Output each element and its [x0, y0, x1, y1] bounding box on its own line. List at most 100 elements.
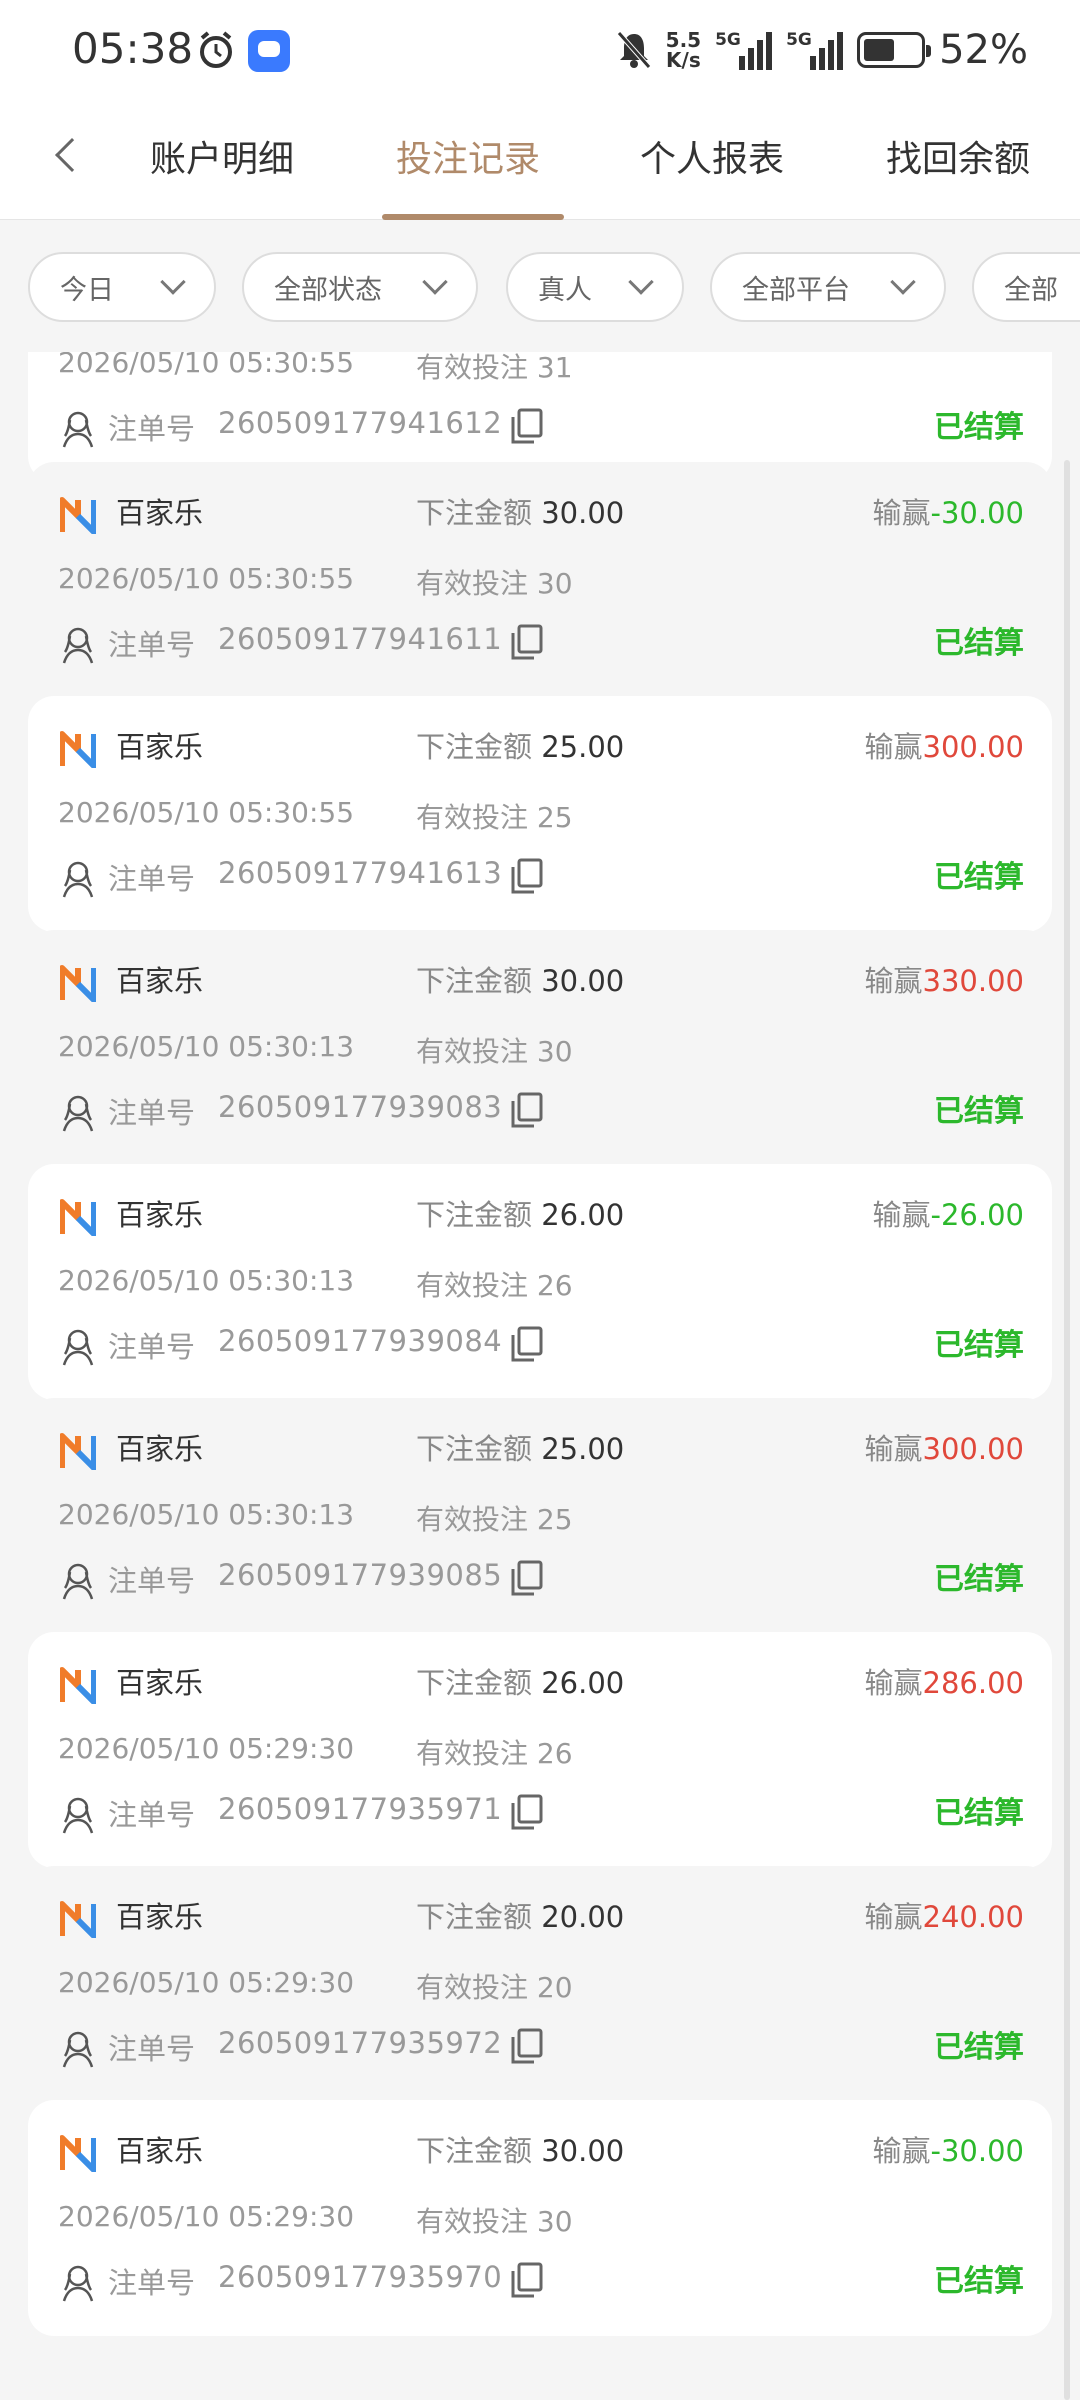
status-settled: 已结算	[934, 1328, 1024, 1363]
chat-app-icon	[248, 30, 290, 72]
copy-icon[interactable]	[510, 408, 544, 444]
copy-icon[interactable]	[510, 1560, 544, 1596]
bet-record-card[interactable]: 百家乐 下注金额 30.00 输赢-30.00 2026/05/10 05:29…	[28, 2100, 1052, 2336]
copy-icon[interactable]	[510, 1092, 544, 1128]
bet-time: 2026/05/10 05:30:13	[58, 1264, 355, 1297]
order-number: 260509177939084	[218, 1324, 503, 1358]
bet-time: 2026/05/10 05:30:55	[58, 796, 355, 829]
bet-record-card[interactable]: 百家乐 下注金额 20.00 输赢240.00 2026/05/10 05:29…	[28, 1866, 1052, 2102]
bet-amount: 下注金额 20.00	[416, 1894, 624, 1936]
filter-date[interactable]: 今日	[28, 252, 216, 322]
filter-status[interactable]: 全部状态	[242, 252, 478, 322]
win-loss-value: 286.00	[922, 1666, 1024, 1700]
valid-bet-label: 有效投注	[416, 567, 529, 600]
dealer-avatar-icon	[62, 1562, 98, 1600]
bet-amount-value: 25.00	[541, 1432, 625, 1466]
bet-amount: 下注金额 30.00	[416, 490, 624, 532]
bet-amount-label: 下注金额	[416, 730, 533, 764]
scrollbar[interactable]	[1064, 460, 1070, 2400]
valid-bet-value: 20	[536, 1971, 573, 2004]
bet-amount-value: 30.00	[541, 2134, 625, 2168]
bet-record-card[interactable]: 百家乐 下注金额 30.00 输赢-30.00 2026/05/10 05:30…	[28, 462, 1052, 698]
chevron-down-icon	[160, 269, 186, 295]
order-number: 260509177941613	[218, 856, 503, 890]
bet-amount-value: 30.00	[541, 964, 625, 998]
bet-amount-label: 下注金额	[416, 1666, 533, 1700]
signal-1-label: 5G	[715, 30, 741, 50]
tab-account-details[interactable]: 账户明细	[150, 130, 294, 182]
filter-platform[interactable]: 全部平台	[710, 252, 946, 322]
status-settled: 已结算	[934, 1094, 1024, 1129]
valid-bet-label: 有效投注	[416, 1503, 529, 1536]
copy-icon[interactable]	[510, 1326, 544, 1362]
copy-icon[interactable]	[510, 1794, 544, 1830]
dealer-avatar-icon	[62, 2030, 98, 2068]
status-settled: 已结算	[934, 1562, 1024, 1597]
copy-icon[interactable]	[510, 2262, 544, 2298]
valid-bet-label: 有效投注	[416, 1035, 529, 1068]
status-settled: 已结算	[934, 626, 1024, 661]
tab-bet-records[interactable]: 投注记录	[396, 130, 540, 182]
bet-time: 2026/05/10 05:30:13	[58, 1030, 355, 1063]
bet-amount-value: 26.00	[541, 1666, 625, 1700]
game-name: 百家乐	[116, 1198, 204, 1232]
status-settled: 已结算	[934, 410, 1024, 445]
net-speed: 5.5 K/s	[666, 30, 701, 70]
win-loss: 输赢-26.00	[872, 1192, 1024, 1234]
valid-bet-label: 有效投注	[416, 2205, 529, 2238]
win-loss-label: 输赢	[872, 496, 931, 530]
bet-record-card[interactable]: 百家乐 下注金额 25.00 输赢300.00 2026/05/10 05:30…	[28, 1398, 1052, 1634]
bet-time: 2026/05/10 05:29:30	[58, 1732, 355, 1765]
valid-bet: 有效投注 30	[416, 2200, 573, 2240]
bet-amount: 下注金额 25.00	[416, 1426, 624, 1468]
back-arrow-icon[interactable]	[55, 138, 89, 172]
valid-bet-value: 31	[536, 352, 573, 384]
order-number: 260509177939085	[218, 1558, 503, 1592]
win-loss-value: -30.00	[930, 496, 1025, 530]
order-number: 260509177935970	[218, 2260, 503, 2294]
valid-bet-label: 有效投注	[416, 1269, 529, 1302]
bet-record-card[interactable]: 百家乐 下注金额 26.00 输赢-26.00 2026/05/10 05:30…	[28, 1164, 1052, 1400]
win-loss-label: 输赢	[872, 2134, 931, 2168]
status-bar: 05:38 5.5 K/s 5G 5G 52%	[0, 0, 1080, 100]
bet-record-card[interactable]: 百家乐 下注金额 30.00 输赢330.00 2026/05/10 05:30…	[28, 930, 1052, 1166]
win-loss: 输赢300.00	[865, 1426, 1025, 1468]
game-logo-icon	[59, 1198, 97, 1237]
order-number-label: 注单号	[108, 628, 196, 662]
tab-personal-report[interactable]: 个人报表	[640, 130, 784, 182]
filter-more[interactable]: 全部	[972, 252, 1080, 322]
tab-recover-balance[interactable]: 找回余额	[886, 130, 1030, 182]
bet-amount-label: 下注金额	[416, 1900, 533, 1934]
order-number-label: 注单号	[108, 1096, 196, 1130]
dealer-avatar-icon	[62, 1328, 98, 1366]
win-loss-label: 输赢	[864, 1432, 923, 1466]
win-loss: 输赢-30.00	[872, 490, 1024, 532]
valid-bet: 有效投注 30	[416, 562, 573, 602]
bet-amount-label: 下注金额	[416, 1198, 533, 1232]
dealer-avatar-icon	[62, 2264, 98, 2302]
filter-category[interactable]: 真人	[506, 252, 684, 322]
copy-icon[interactable]	[510, 2028, 544, 2064]
copy-icon[interactable]	[510, 858, 544, 894]
bet-amount-label: 下注金额	[416, 1432, 533, 1466]
bet-record-card[interactable]: 百家乐 下注金额 25.00 输赢300.00 2026/05/10 05:30…	[28, 696, 1052, 932]
bet-amount: 下注金额 30.00	[416, 958, 624, 1000]
bet-record-list[interactable]: 百家乐 下注金额 30.00 输赢-30.00 2026/05/10 05:30…	[0, 352, 1080, 2400]
valid-bet-value: 26	[536, 1269, 573, 1302]
chevron-down-icon	[890, 269, 916, 295]
net-speed-value: 5.5	[665, 28, 702, 52]
copy-icon[interactable]	[510, 624, 544, 660]
bet-time: 2026/05/10 05:29:30	[58, 2200, 355, 2233]
valid-bet: 有效投注 26	[416, 1264, 573, 1304]
game-logo-icon	[59, 1432, 97, 1471]
bet-record-card[interactable]: 百家乐 下注金额 26.00 输赢286.00 2026/05/10 05:29…	[28, 1632, 1052, 1868]
signal-2-label: 5G	[786, 30, 812, 50]
game-name: 百家乐	[116, 496, 204, 530]
dealer-avatar-icon	[62, 626, 98, 664]
order-number-label: 注单号	[108, 412, 196, 446]
filter-more-label: 全部	[1004, 274, 1058, 306]
game-logo-icon	[59, 1666, 97, 1705]
valid-bet-value: 30	[536, 567, 573, 600]
win-loss: 输赢-30.00	[872, 2128, 1024, 2170]
game-logo-icon	[59, 496, 97, 535]
